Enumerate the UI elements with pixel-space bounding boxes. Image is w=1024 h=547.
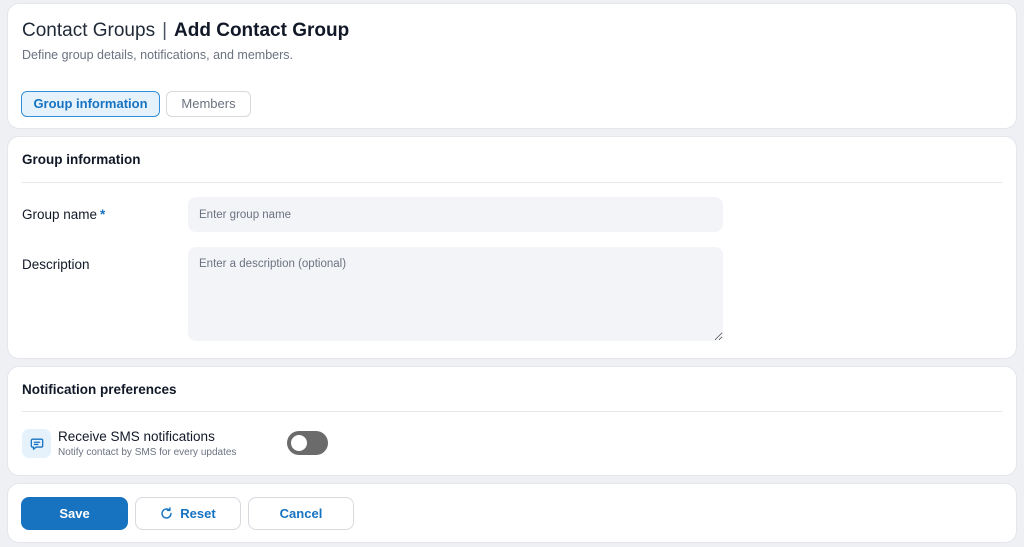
- save-button-label: Save: [59, 506, 90, 521]
- group-information-card: Group information Group name* Descriptio…: [7, 136, 1017, 359]
- page-title: Contact Groups | Add Contact Group: [22, 20, 349, 42]
- sms-notifications-toggle[interactable]: [287, 431, 328, 455]
- toggle-knob: [291, 435, 307, 451]
- section-divider: [22, 182, 1002, 183]
- sms-notifications-title: Receive SMS notifications: [58, 429, 215, 444]
- reset-button[interactable]: Reset: [135, 497, 241, 530]
- header-card: Contact Groups | Add Contact Group Define …: [7, 3, 1017, 129]
- refresh-icon: [161, 507, 172, 519]
- breadcrumb-separator: |: [162, 20, 168, 41]
- group-information-title: Group information: [22, 152, 141, 167]
- group-name-input[interactable]: [188, 197, 723, 232]
- cancel-button-label: Cancel: [279, 506, 323, 521]
- sms-notifications-subtitle: Notify contact by SMS for every updates: [58, 447, 237, 458]
- save-button[interactable]: Save: [21, 497, 128, 530]
- cancel-button[interactable]: Cancel: [248, 497, 354, 530]
- breadcrumb-current: Add Contact Group: [174, 20, 350, 41]
- section-divider: [22, 411, 1002, 412]
- description-textarea[interactable]: [188, 247, 723, 341]
- group-name-label-text: Group name: [22, 207, 98, 222]
- group-name-label: Group name *: [22, 207, 105, 222]
- actions-card: Save Reset Cancel: [7, 483, 1017, 543]
- breadcrumb-contact-groups[interactable]: Contact Groups: [22, 20, 155, 41]
- message-icon: [22, 429, 51, 458]
- notification-preferences-title: Notification preferences: [22, 382, 177, 397]
- reset-button-label: Reset: [180, 506, 216, 521]
- notification-preferences-card: Notification preferences Receive SMS not…: [7, 366, 1017, 476]
- tab-group-information[interactable]: Group information: [21, 91, 160, 117]
- required-marker: *: [100, 207, 106, 222]
- page-subtitle: Define group details, notifications, and…: [22, 48, 293, 62]
- tab-members[interactable]: Members: [166, 91, 251, 117]
- description-label: Description: [22, 257, 90, 272]
